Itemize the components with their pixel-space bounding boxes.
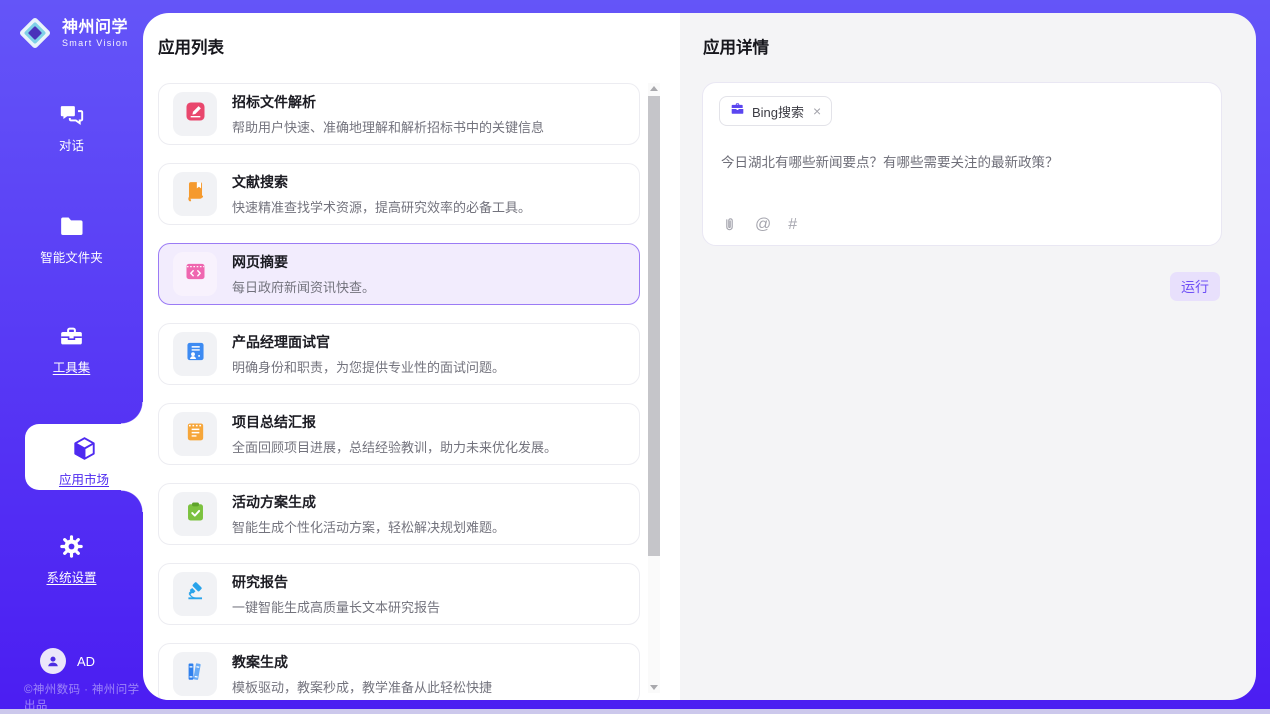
composer-toolbar: @ # — [721, 216, 797, 233]
avatar — [40, 648, 66, 674]
brand-name: 神州问学 — [62, 18, 128, 37]
brand-logo: 神州问学 Smart Vision — [15, 13, 128, 53]
sidebar: 神州问学 Smart Vision 对话 智能文件夹 工具集 应用市场 系统设置… — [0, 0, 143, 709]
sidebar-item-chat[interactable]: 对话 — [0, 101, 143, 155]
app-description: 每日政府新闻资讯快查。 — [232, 277, 375, 296]
scrollbar[interactable] — [648, 83, 660, 693]
tool-tag-bing-search[interactable]: Bing搜索 × — [719, 96, 832, 126]
run-button[interactable]: 运行 — [1170, 272, 1220, 301]
app-name: 文献搜索 — [232, 172, 531, 192]
user-label: AD — [77, 654, 95, 669]
briefcase-icon — [730, 101, 745, 121]
toolbox-icon — [0, 323, 143, 350]
app-list-item[interactable]: 研究报告 一键智能生成高质量长文本研究报告 — [158, 563, 640, 625]
gear-icon — [0, 533, 143, 560]
app-description: 帮助用户快速、准确地理解和解析招标书中的关键信息 — [232, 117, 544, 136]
sidebar-item-toolbox[interactable]: 工具集 — [0, 323, 143, 377]
app-list-item[interactable]: 文献搜索 快速精准查找学术资源，提高研究效率的必备工具。 — [158, 163, 640, 225]
app-name: 招标文件解析 — [232, 92, 544, 112]
sidebar-item-cube[interactable]: 应用市场 — [25, 424, 143, 490]
webpage-code-icon — [184, 260, 207, 288]
microscope-icon — [184, 580, 207, 608]
bid-edit-icon — [184, 100, 207, 128]
app-name: 研究报告 — [232, 572, 440, 592]
app-list-item[interactable]: 教案生成 模板驱动，教案秒成，教学准备从此轻松快捷 — [158, 643, 640, 700]
app-name: 活动方案生成 — [232, 492, 505, 512]
brand-subtitle: Smart Vision — [62, 38, 128, 48]
app-name: 网页摘要 — [232, 252, 375, 272]
chat-icon — [0, 101, 143, 128]
scrollbar-up-arrow-icon[interactable] — [648, 83, 660, 95]
app-name: 项目总结汇报 — [232, 412, 557, 432]
app-description: 智能生成个性化活动方案，轻松解决规划难题。 — [232, 517, 505, 536]
scrollbar-down-arrow-icon[interactable] — [648, 681, 660, 693]
app-list-title: 应用列表 — [158, 34, 224, 58]
prompt-card: Bing搜索 × 今日湖北有哪些新闻要点？有哪些需要关注的最新政策？ @ # — [702, 82, 1222, 246]
app-description: 明确身份和职责，为您提供专业性的面试问题。 — [232, 357, 505, 376]
app-list-item[interactable]: 产品经理面试官 明确身份和职责，为您提供专业性的面试问题。 — [158, 323, 640, 385]
book-icon — [184, 180, 207, 208]
app-description: 全面回顾项目进展，总结经验教训，助力未来优化发展。 — [232, 437, 557, 456]
attachment-icon[interactable] — [721, 216, 738, 233]
app-card-list: 招标文件解析 帮助用户快速、准确地理解和解析招标书中的关键信息 文献搜索 快速精… — [158, 83, 640, 700]
app-name: 教案生成 — [232, 652, 492, 672]
app-list-panel: 应用列表 招标文件解析 帮助用户快速、准确地理解和解析招标书中的关键信息 文献搜… — [143, 13, 680, 700]
user-account[interactable]: AD — [40, 648, 95, 674]
content-area: 应用列表 招标文件解析 帮助用户快速、准确地理解和解析招标书中的关键信息 文献搜… — [143, 13, 1256, 700]
tool-tag-label: Bing搜索 — [752, 102, 804, 121]
app-description: 快速精准查找学术资源，提高研究效率的必备工具。 — [232, 197, 531, 216]
app-description: 模板驱动，教案秒成，教学准备从此轻松快捷 — [232, 677, 492, 696]
app-description: 一键智能生成高质量长文本研究报告 — [232, 597, 440, 616]
notepad-icon — [184, 420, 207, 448]
mention-icon[interactable]: @ — [755, 217, 771, 233]
clipboard-check-icon — [184, 500, 207, 528]
cube-icon — [25, 435, 143, 462]
hashtag-icon[interactable]: # — [788, 217, 797, 233]
app-detail-panel: 应用详情 Bing搜索 × 今日湖北有哪些新闻要点？有哪些需要关注的最新政策？ … — [680, 13, 1256, 700]
app-list-item[interactable]: 网页摘要 每日政府新闻资讯快查。 — [158, 243, 640, 305]
sidebar-item-gear[interactable]: 系统设置 — [0, 533, 143, 587]
app-list-item[interactable]: 招标文件解析 帮助用户快速、准确地理解和解析招标书中的关键信息 — [158, 83, 640, 145]
folder-icon — [0, 213, 143, 240]
bottom-edge-strip — [0, 709, 1270, 714]
app-name: 产品经理面试官 — [232, 332, 505, 352]
app-list-item[interactable]: 项目总结汇报 全面回顾项目进展，总结经验教训，助力未来优化发展。 — [158, 403, 640, 465]
prompt-input[interactable]: 今日湖北有哪些新闻要点？有哪些需要关注的最新政策？ — [721, 151, 1203, 171]
brand-diamond-icon — [15, 13, 55, 53]
app-detail-title: 应用详情 — [703, 34, 769, 58]
tool-tag-close-icon[interactable]: × — [813, 104, 821, 118]
interview-icon — [184, 340, 207, 368]
app-window: 神州问学 Smart Vision 对话 智能文件夹 工具集 应用市场 系统设置… — [0, 0, 1270, 714]
sidebar-item-folder[interactable]: 智能文件夹 — [0, 213, 143, 267]
app-list-item[interactable]: 活动方案生成 智能生成个性化活动方案，轻松解决规划难题。 — [158, 483, 640, 545]
scrollbar-thumb[interactable] — [648, 96, 660, 556]
books-icon — [184, 660, 207, 688]
